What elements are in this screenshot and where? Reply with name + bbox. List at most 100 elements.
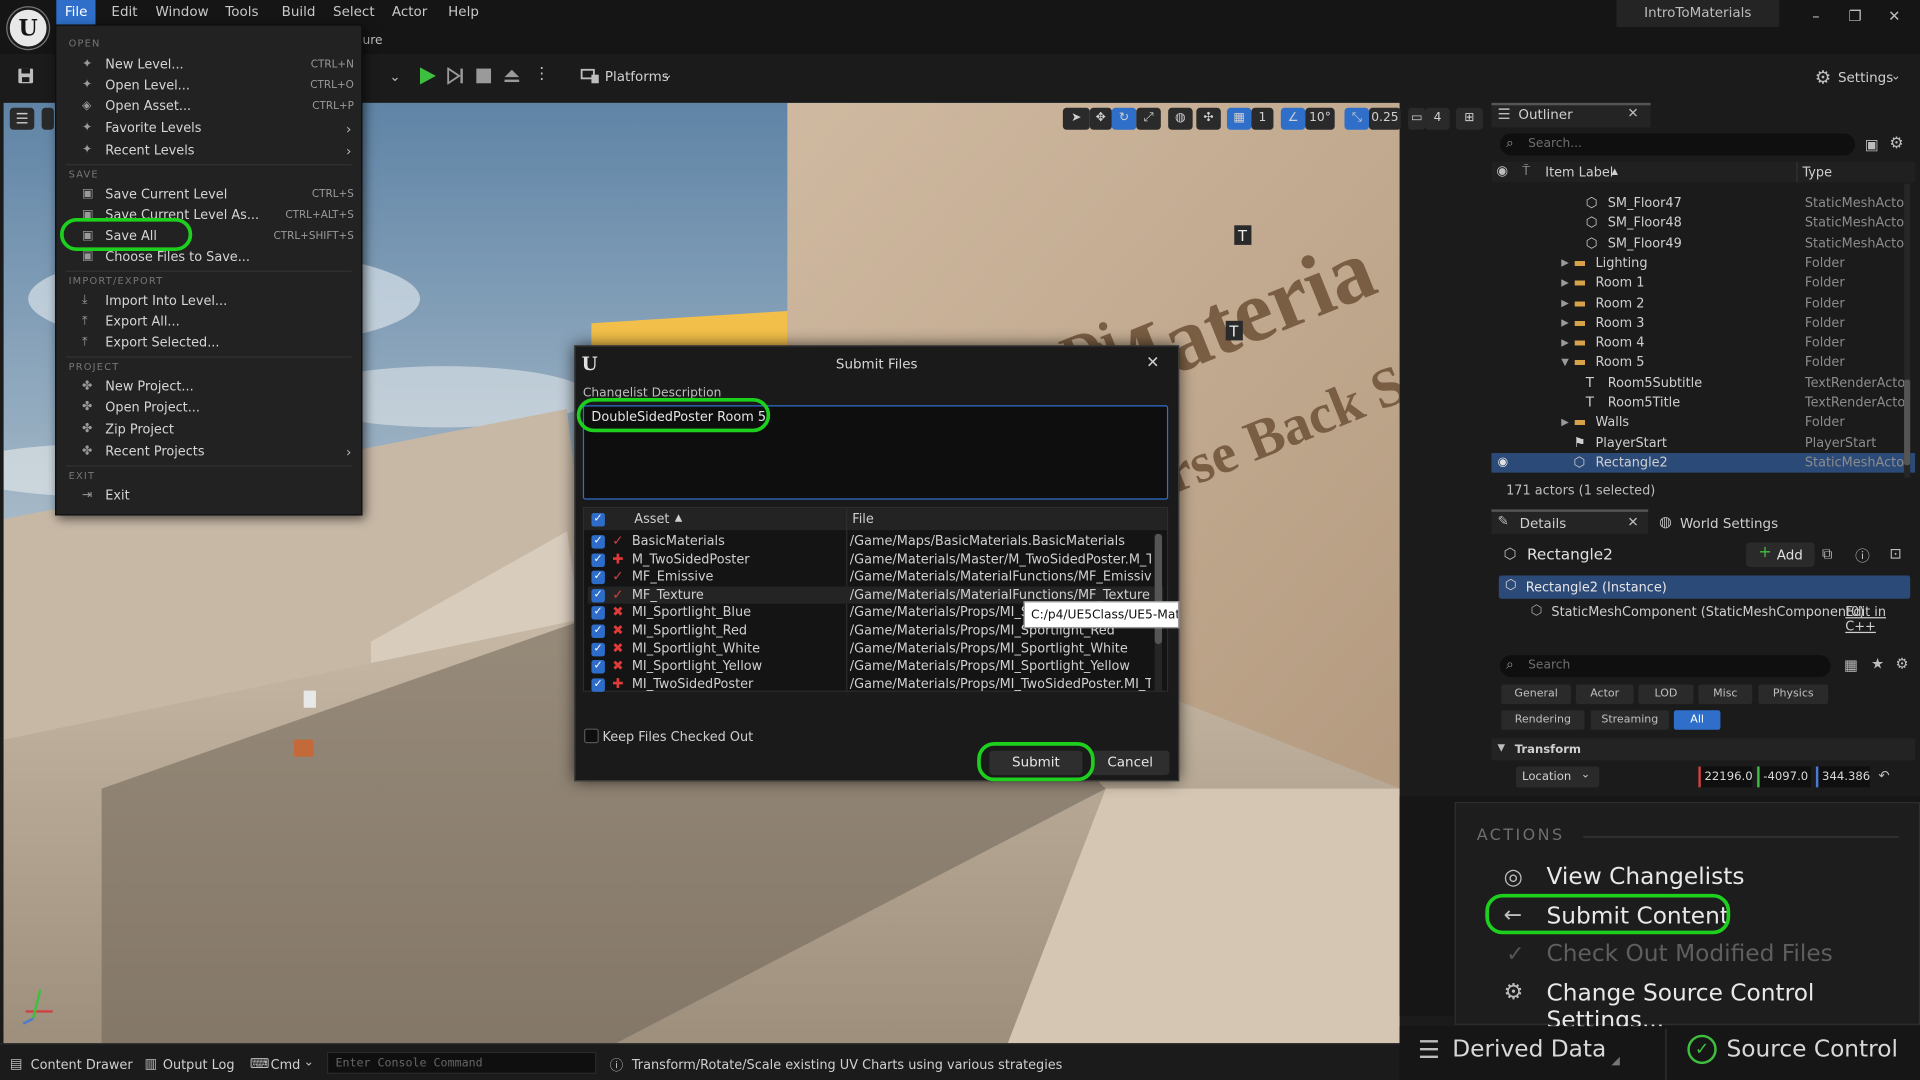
cmd-dropdown[interactable]: Cmd bbox=[271, 1058, 301, 1073]
check-out-modified-item[interactable]: Check Out Modified Files bbox=[1547, 940, 1833, 967]
blueprint-icon[interactable]: ⧉ bbox=[1822, 545, 1833, 563]
location-x-field[interactable]: 22196.0 bbox=[1698, 766, 1753, 788]
grid-size-value[interactable]: 1 bbox=[1251, 107, 1274, 130]
outliner-row[interactable]: ▶ ▬ Room 2 Folder bbox=[1491, 293, 1915, 313]
expand-arrow-icon[interactable]: ▶ bbox=[1561, 253, 1569, 273]
output-log-button[interactable]: Output Log bbox=[163, 1058, 235, 1073]
column-type[interactable]: Type bbox=[1802, 165, 1832, 180]
platforms-button[interactable]: Platforms bbox=[605, 69, 669, 85]
menu-item-save-current-level[interactable]: ▣ Save Current Level CTRL+S bbox=[56, 185, 361, 206]
outliner-row[interactable]: ◉ ⬡ Rectangle2 StaticMeshActor bbox=[1491, 452, 1916, 473]
location-z-field[interactable]: 344.386 bbox=[1815, 766, 1870, 788]
menu-help[interactable]: Help bbox=[440, 0, 488, 24]
expand-arrow-icon[interactable]: ▶ bbox=[1561, 273, 1569, 293]
step-icon[interactable] bbox=[447, 67, 464, 85]
camera-speed-value[interactable]: 4 bbox=[1425, 107, 1450, 130]
select-all-checkbox[interactable]: ✓ bbox=[591, 513, 605, 527]
chevron-down-icon[interactable]: ⌄ bbox=[389, 69, 400, 85]
file-row[interactable]: ✓ ✓ BasicMaterials/Game/Maps/BasicMaterial… bbox=[588, 533, 1164, 551]
grid-snap-icon[interactable]: ▦ bbox=[1226, 107, 1252, 130]
file-row[interactable]: ✓ ✚ M_TwoSidedPoster/Game/Materials/Master… bbox=[588, 551, 1164, 569]
menu-item-favorite-levels[interactable]: ✦ Favorite Levels › bbox=[56, 119, 361, 140]
file-row[interactable]: ✓ ✚ MI_TwoSidedPoster/Game/Materials/Props… bbox=[588, 676, 1164, 694]
menu-edit[interactable]: Edit bbox=[103, 0, 146, 24]
outliner-row[interactable]: ▶ ▬ Walls Folder bbox=[1491, 413, 1915, 433]
world-local-icon[interactable]: ◍ bbox=[1168, 107, 1193, 130]
menu-item-open-asset[interactable]: ◈ Open Asset... CTRL+P bbox=[56, 97, 361, 118]
menu-item-recent-levels[interactable]: ✦ Recent Levels › bbox=[56, 141, 361, 162]
column-item-label[interactable]: Item Label bbox=[1545, 165, 1613, 180]
menu-item-export-all[interactable]: ⤒ Export All... bbox=[56, 312, 361, 333]
outliner-row[interactable]: T Room5Title TextRenderActor bbox=[1491, 393, 1915, 413]
outliner-row[interactable]: ▼ ▬ Room 5 Folder bbox=[1491, 353, 1915, 373]
scale-snap-icon[interactable]: ⤡ bbox=[1344, 107, 1369, 130]
details-close-icon[interactable]: ✕ bbox=[1627, 514, 1638, 530]
lock-icon[interactable]: ⊡ bbox=[1889, 545, 1901, 562]
filter-lod[interactable]: LOD bbox=[1638, 684, 1694, 705]
file-row-checkbox[interactable]: ✓ bbox=[591, 642, 605, 656]
filter-rendering[interactable]: Rendering bbox=[1501, 710, 1585, 730]
edit-in-cpp-link[interactable]: Edit in C++ bbox=[1845, 605, 1920, 634]
menu-item-new-project[interactable]: ✤ New Project... bbox=[56, 377, 361, 398]
outliner-row[interactable]: ⬡ SM_Floor49 StaticMeshActor bbox=[1491, 233, 1915, 253]
details-tab[interactable] bbox=[1491, 509, 1649, 534]
menu-item-import[interactable]: ⤓ Import Into Level... bbox=[56, 291, 361, 312]
rotate-icon[interactable]: ↻ bbox=[1111, 107, 1137, 130]
expand-arrow-icon[interactable]: ▶ bbox=[1561, 333, 1569, 353]
filter-physics[interactable]: Physics bbox=[1758, 684, 1829, 705]
menu-select[interactable]: Select bbox=[324, 0, 383, 24]
file-row[interactable]: ✓ ✓ MF_Emissive/Game/Materials/MaterialFun… bbox=[588, 568, 1164, 586]
file-row-checkbox[interactable]: ✓ bbox=[591, 678, 605, 692]
scale-snap-value[interactable]: 0.25 bbox=[1368, 107, 1401, 130]
viewport-camera-icon[interactable] bbox=[41, 107, 54, 130]
camera-speed-icon[interactable]: ▭ bbox=[1408, 107, 1426, 130]
outliner-row[interactable]: ⚑ PlayerStart PlayerStart bbox=[1491, 433, 1915, 453]
select-mode-icon[interactable]: ➤ bbox=[1062, 107, 1090, 130]
outliner-row[interactable]: ▶ ▬ Room 3 Folder bbox=[1491, 313, 1915, 333]
surface-snap-icon[interactable]: ✣ bbox=[1196, 107, 1221, 130]
dialog-close-icon[interactable]: ✕ bbox=[1146, 354, 1159, 372]
outliner-row[interactable]: ▶ ▬ Room 1 Folder bbox=[1491, 273, 1915, 293]
menu-file[interactable]: File bbox=[56, 0, 97, 25]
outliner-settings-icon[interactable]: ⚙ bbox=[1889, 135, 1903, 153]
content-drawer-button[interactable]: Content Drawer bbox=[31, 1058, 133, 1073]
viewport-options-icon[interactable]: ☰ bbox=[9, 107, 35, 130]
more-options-icon[interactable]: ⋮ bbox=[534, 65, 550, 83]
menu-build[interactable]: Build bbox=[273, 0, 324, 24]
expand-arrow-icon[interactable]: ▶ bbox=[1561, 293, 1569, 313]
file-row[interactable]: ✓ ✖ MI_Sportlight_Yellow/Game/Materials/Pr… bbox=[588, 658, 1164, 676]
location-y-field[interactable]: -4097.0 bbox=[1757, 766, 1812, 788]
reset-arrow-icon[interactable]: ↶ bbox=[1878, 768, 1889, 784]
close-window-icon[interactable]: ✕ bbox=[1876, 4, 1913, 28]
collapse-arrow-icon[interactable]: ▼ bbox=[1561, 353, 1569, 373]
visibility-eye-icon[interactable]: ◉ bbox=[1498, 453, 1509, 473]
menu-tools[interactable]: Tools bbox=[217, 0, 267, 24]
settings-button[interactable]: Settings bbox=[1838, 70, 1893, 86]
outliner-scrollbar-thumb[interactable] bbox=[1904, 379, 1911, 466]
outliner-row[interactable]: ⬡ SM_Floor47 StaticMeshActor bbox=[1491, 193, 1915, 213]
maximize-icon[interactable]: ❐ bbox=[1837, 4, 1874, 28]
help-icon[interactable]: ⓘ bbox=[1855, 545, 1870, 566]
menu-item-open-project[interactable]: ✤ Open Project... bbox=[56, 398, 361, 419]
filter-all[interactable]: All bbox=[1673, 710, 1721, 730]
play-icon[interactable] bbox=[418, 66, 438, 86]
level-tab-partial[interactable]: ure bbox=[362, 34, 382, 47]
filter-general[interactable]: General bbox=[1501, 684, 1572, 705]
stop-icon[interactable] bbox=[476, 68, 492, 84]
translate-icon[interactable]: ✥ bbox=[1089, 107, 1112, 130]
minimize-icon[interactable]: – bbox=[1798, 4, 1835, 28]
outliner-row[interactable]: ▶ ▬ Room 4 Folder bbox=[1491, 333, 1915, 353]
filter-streaming[interactable]: Streaming bbox=[1590, 710, 1669, 730]
expand-arrow-icon[interactable]: ▶ bbox=[1561, 313, 1569, 333]
file-row-checkbox[interactable]: ✓ bbox=[591, 660, 605, 674]
menu-window[interactable]: Window bbox=[147, 0, 217, 24]
file-row[interactable]: ✓ ✖ MI_Sportlight_White/Game/Materials/Pro… bbox=[588, 640, 1164, 658]
menu-item-export-selected[interactable]: ⤒ Export Selected... bbox=[56, 333, 361, 354]
menu-actor[interactable]: Actor bbox=[383, 0, 436, 24]
outliner-row[interactable]: T Room5Subtitle TextRenderActor bbox=[1491, 373, 1915, 393]
world-settings-tab[interactable]: World Settings bbox=[1680, 516, 1778, 532]
menu-item-zip-project[interactable]: ✤ Zip Project bbox=[56, 420, 361, 441]
outliner-close-icon[interactable]: ✕ bbox=[1627, 105, 1638, 121]
file-row-checkbox[interactable]: ✓ bbox=[591, 588, 605, 603]
cancel-button[interactable]: Cancel bbox=[1091, 750, 1170, 776]
